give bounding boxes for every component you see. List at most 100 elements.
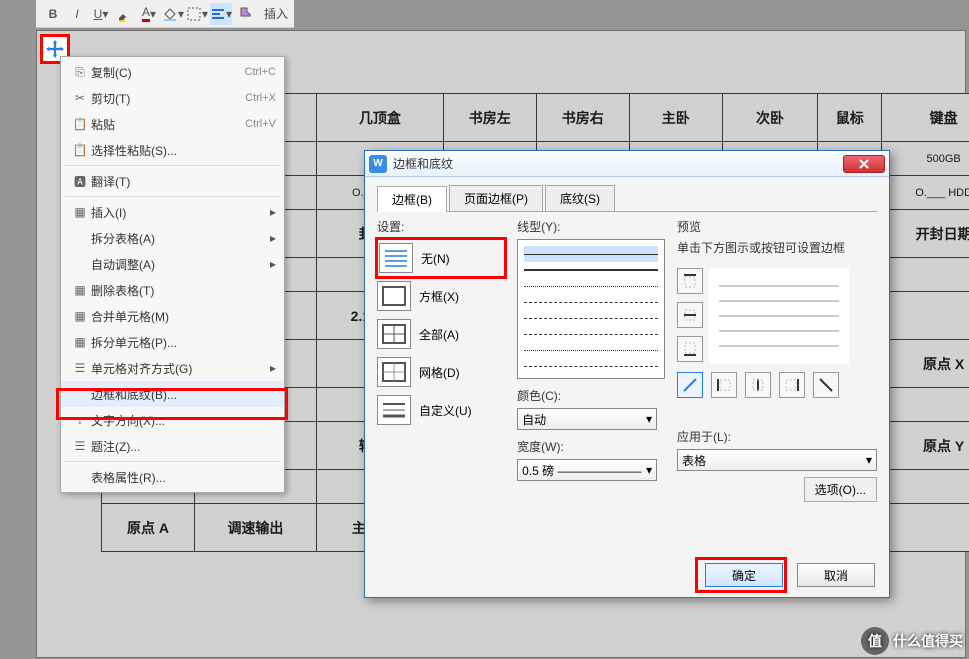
border-button[interactable]: ▾: [186, 3, 208, 25]
menu-text-direction[interactable]: ↕文字方向(X)...: [61, 407, 284, 433]
preview-hint: 单击下方图示或按钮可设置边框: [677, 239, 877, 256]
menu-borders-shading[interactable]: 边框和底纹(B)...: [61, 381, 284, 407]
split-icon: ▦: [69, 335, 91, 349]
chevron-down-icon: ▾: [646, 463, 652, 477]
border-left-toggle[interactable]: [711, 372, 737, 398]
format-painter-button[interactable]: [234, 3, 256, 25]
cell[interactable]: 开封日期: [882, 210, 969, 258]
border-grid-option[interactable]: 网格(D): [377, 353, 505, 391]
none-icon: [379, 243, 413, 273]
border-right-toggle[interactable]: [779, 372, 805, 398]
separator: [65, 196, 280, 197]
insert-label[interactable]: 插入: [264, 5, 288, 22]
options-button[interactable]: 选项(O)...: [804, 477, 877, 502]
align-button[interactable]: ▾: [210, 3, 232, 25]
border-diag2-toggle[interactable]: [813, 372, 839, 398]
cell[interactable]: 次卧: [722, 94, 817, 142]
font-color-button[interactable]: A▾: [138, 3, 160, 25]
fill-color-button[interactable]: ▾: [162, 3, 184, 25]
color-label: 颜色(C):: [517, 387, 665, 404]
chevron-right-icon: ▸: [270, 205, 276, 219]
border-top-toggle[interactable]: [677, 268, 703, 294]
dialog-titlebar[interactable]: W 边框和底纹: [365, 151, 889, 177]
cell[interactable]: [882, 258, 969, 292]
separator: [65, 461, 280, 462]
context-menu: ⎘复制(C)Ctrl+C ✂剪切(T)Ctrl+X 📋粘贴Ctrl+V 📋选择性…: [60, 56, 285, 493]
cell[interactable]: 鼠标: [818, 94, 882, 142]
menu-autofit[interactable]: 自动调整(A)▸: [61, 251, 284, 277]
custom-icon: [377, 395, 411, 425]
linestyle-list[interactable]: [517, 239, 665, 379]
cell[interactable]: 几顶盒: [316, 94, 443, 142]
cell[interactable]: 书房左: [443, 94, 536, 142]
setting-label: 设置:: [377, 218, 505, 235]
bold-button[interactable]: B: [42, 3, 64, 25]
menu-paste-special[interactable]: 📋选择性粘贴(S)...: [61, 137, 284, 163]
menu-insert[interactable]: ▦插入(I)▸: [61, 199, 284, 225]
border-bottom-toggle[interactable]: [677, 336, 703, 362]
ok-button[interactable]: 确定: [705, 563, 783, 587]
cell[interactable]: [882, 388, 969, 422]
delete-table-icon: ▦: [69, 283, 91, 297]
menu-split-table[interactable]: 拆分表格(A)▸: [61, 225, 284, 251]
cell[interactable]: 原点 Y: [882, 422, 969, 470]
cell[interactable]: 500GB: [882, 142, 969, 176]
border-none-option[interactable]: 无(N): [377, 239, 505, 277]
preview-canvas[interactable]: [709, 268, 849, 364]
watermark-text: 什么值得买: [893, 631, 963, 651]
menu-paste[interactable]: 📋粘贴Ctrl+V: [61, 111, 284, 137]
preview-label: 预览: [677, 218, 877, 235]
cell[interactable]: [882, 470, 969, 504]
cell[interactable]: 主卧: [629, 94, 722, 142]
borders-shading-dialog: W 边框和底纹 边框(B) 页面边框(P) 底纹(S) 设置: 无(N) 方框(…: [364, 150, 890, 598]
align-icon: ☰: [69, 361, 91, 375]
app-icon: W: [369, 155, 387, 173]
cell[interactable]: 书房右: [536, 94, 629, 142]
border-all-option[interactable]: 全部(A): [377, 315, 505, 353]
underline-button[interactable]: U▾: [90, 3, 112, 25]
border-diag-toggle[interactable]: [677, 372, 703, 398]
dialog-title: 边框和底纹: [393, 155, 843, 172]
menu-split-cells[interactable]: ▦拆分单元格(P)...: [61, 329, 284, 355]
menu-cell-align[interactable]: ☰单元格对齐方式(G)▸: [61, 355, 284, 381]
width-label: 宽度(W):: [517, 438, 665, 455]
close-button[interactable]: [843, 155, 885, 173]
caption-icon: ☰: [69, 439, 91, 453]
menu-table-properties[interactable]: 表格属性(R)...: [61, 464, 284, 490]
cell[interactable]: [882, 504, 969, 552]
chevron-down-icon: ▾: [866, 453, 872, 467]
cell[interactable]: 原点 A: [102, 504, 195, 552]
width-select[interactable]: 0.5 磅 ———————▾: [517, 459, 657, 481]
copy-icon: ⎘: [69, 65, 91, 80]
highlight-button[interactable]: [114, 3, 136, 25]
tab-page-border[interactable]: 页面边框(P): [449, 185, 543, 211]
menu-delete-table[interactable]: ▦删除表格(T): [61, 277, 284, 303]
formatting-toolbar: B I U▾ A▾ ▾ ▾ ▾ 插入: [36, 0, 294, 28]
linestyle-label: 线型(Y):: [517, 218, 665, 235]
chevron-right-icon: ▸: [270, 257, 276, 271]
color-select[interactable]: 自动▾: [517, 408, 657, 430]
border-box-option[interactable]: 方框(X): [377, 277, 505, 315]
border-custom-option[interactable]: 自定义(U): [377, 391, 505, 429]
menu-caption[interactable]: ☰题注(Z)...: [61, 433, 284, 459]
italic-button[interactable]: I: [66, 3, 88, 25]
tab-shading[interactable]: 底纹(S): [545, 185, 615, 211]
border-vmid-toggle[interactable]: [745, 372, 771, 398]
cell[interactable]: 原点 X: [882, 340, 969, 388]
separator: [65, 165, 280, 166]
cancel-button[interactable]: 取消: [797, 563, 875, 587]
all-icon: [377, 319, 411, 349]
menu-cut[interactable]: ✂剪切(T)Ctrl+X: [61, 85, 284, 111]
cell[interactable]: 调速输出: [194, 504, 316, 552]
cell[interactable]: 键盘: [882, 94, 969, 142]
border-hmid-toggle[interactable]: [677, 302, 703, 328]
translate-icon: 🅰: [69, 173, 91, 190]
menu-translate[interactable]: 🅰翻译(T): [61, 168, 284, 194]
apply-to-select[interactable]: 表格▾: [677, 449, 877, 471]
menu-merge-cells[interactable]: ▦合并单元格(M): [61, 303, 284, 329]
chevron-right-icon: ▸: [270, 231, 276, 245]
cell[interactable]: [882, 292, 969, 340]
cell[interactable]: O.___ HDD: [882, 176, 969, 210]
menu-copy[interactable]: ⎘复制(C)Ctrl+C: [61, 59, 284, 85]
tab-border[interactable]: 边框(B): [377, 186, 447, 212]
